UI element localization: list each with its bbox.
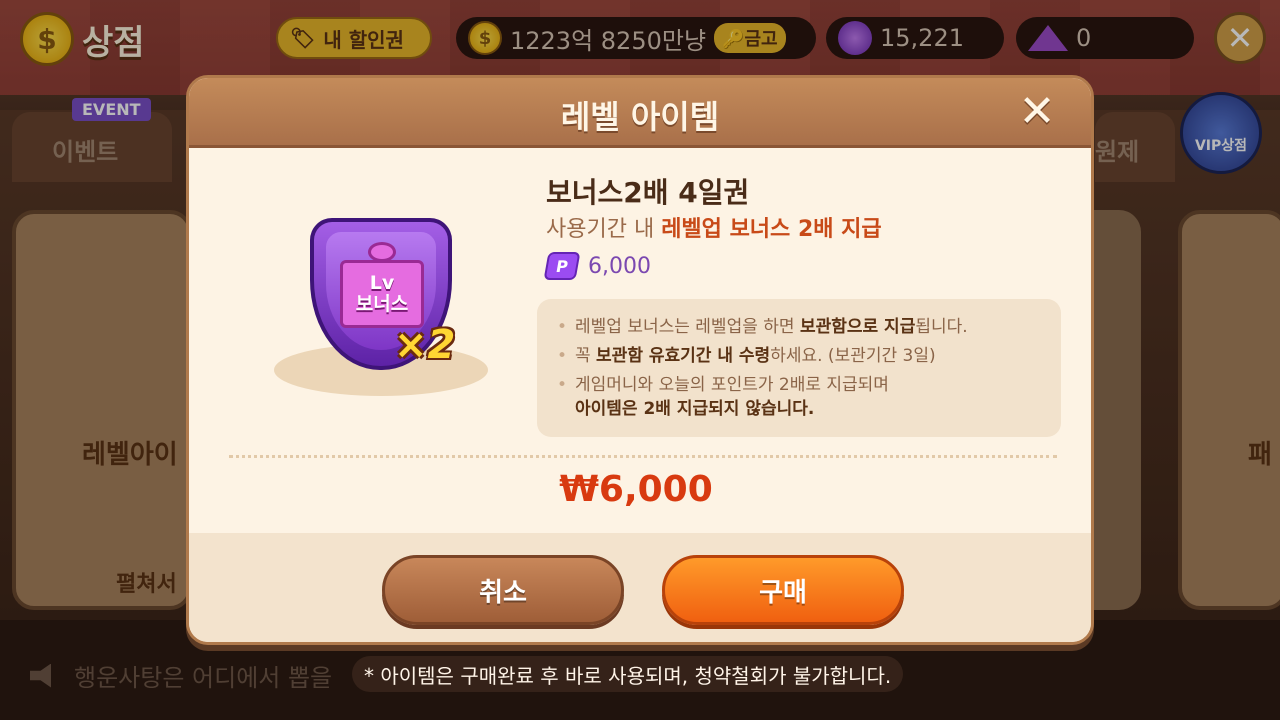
badge-multiplier: ×2 [394,322,456,368]
item-notes: 레벨업 보너스는 레벨업을 하면 보관함으로 지급됩니다. 꼭 보관함 유효기간… [537,299,1061,437]
badge-line2: 보너스 [355,293,409,315]
item-description: 사용기간 내 레벨업 보너스 2배 지급 [546,211,882,243]
dialog-title: 레벨 아이템 [560,98,720,136]
level-bonus-badge-icon: Lv 보너스 ×2 [310,218,456,370]
gift-box-icon: Lv 보너스 [340,260,424,328]
point-value: 6,000 [588,253,651,279]
dialog-footer [189,533,1091,642]
note-item-continued: 아이템은 2배 지급되지 않습니다. [575,399,815,419]
item-desc-prefix: 사용기간 내 [546,217,662,242]
point-price: P 6,000 [543,252,651,280]
note-item: 레벨업 보너스는 레벨업을 하면 보관함으로 지급됩니다. [555,313,1043,342]
gift-bow-icon [368,242,396,262]
point-gem-icon: P [543,252,581,280]
divider [229,455,1057,458]
dialog-header: 레벨 아이템 ✕ [189,78,1091,148]
purchase-notice: * 아이템은 구매완료 후 바로 사용되며, 청약철회가 불가합니다. [352,656,904,692]
badge-line1: Lv [369,272,395,294]
item-name: 보너스2배 4일권 [546,176,750,209]
dialog-close-button[interactable]: ✕ [1017,90,1057,134]
note-item: 꼭 보관함 유효기간 내 수령하세요. (보관기간 3일) [555,342,1043,371]
item-price: ₩6,000 [559,469,713,510]
buy-button[interactable]: 구매 [662,555,904,625]
cancel-button[interactable]: 취소 [382,555,624,625]
close-icon: ✕ [1018,86,1056,137]
item-desc-highlight: 레벨업 보너스 2배 지급 [661,217,882,242]
purchase-dialog: 레벨 아이템 ✕ Lv 보너스 ×2 보너스2배 4일권 사용기간 내 레벨업 … [186,75,1094,645]
